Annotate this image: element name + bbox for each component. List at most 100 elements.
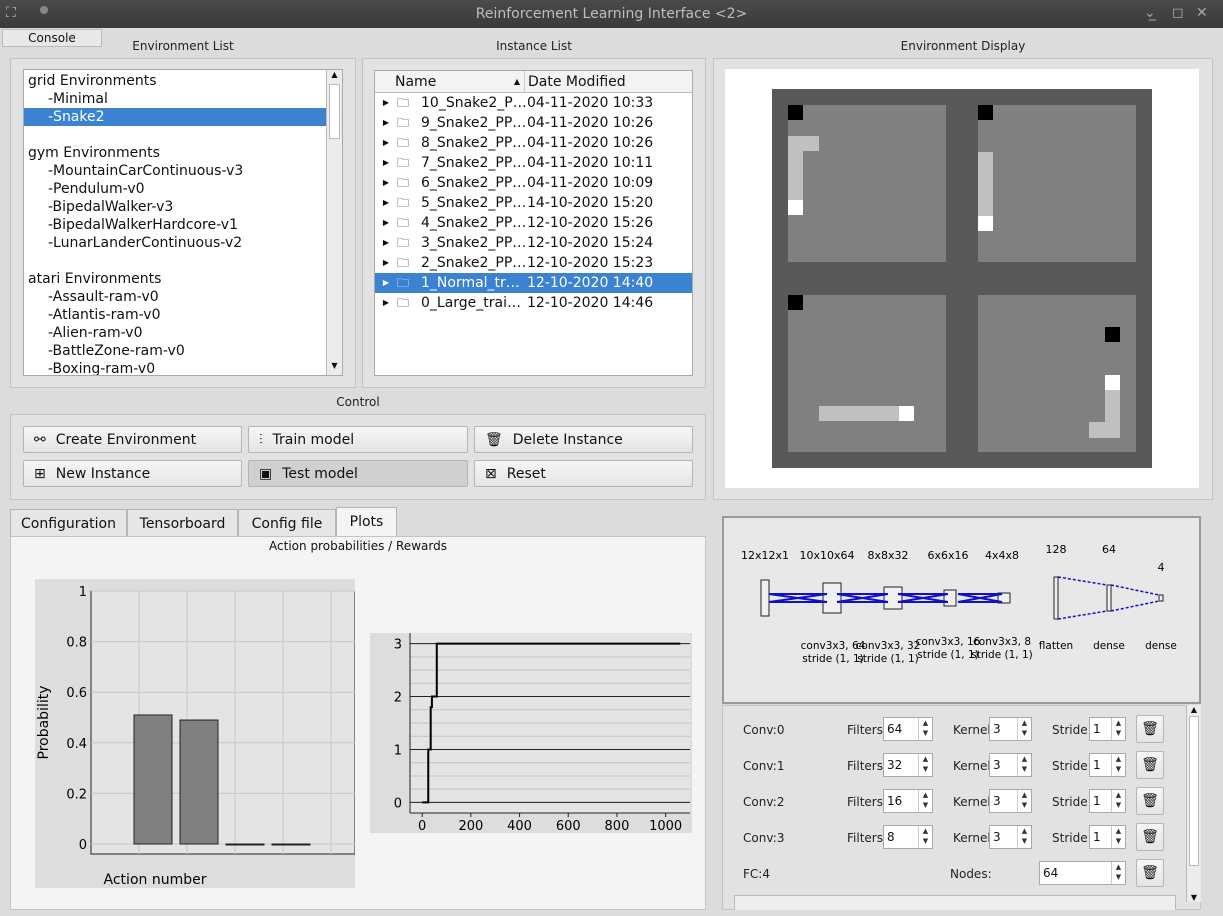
env-list-item[interactable] <box>24 126 328 144</box>
scroll-up-icon[interactable]: ▲ <box>1187 705 1201 714</box>
expand-arrow-icon[interactable]: ▶ <box>375 253 397 273</box>
spin-arrows-icon[interactable]: ▲ ▼ <box>1111 718 1125 740</box>
instance-row[interactable]: ▶ 🗀 4_Snake2_PP… 12-10-2020 15:26 <box>375 213 692 233</box>
scroll-down-icon[interactable]: ▼ <box>1187 893 1201 902</box>
spin-arrows-icon[interactable]: ▲ ▼ <box>1017 826 1031 848</box>
stride-spinbox[interactable]: 1 ▲ ▼ <box>1089 717 1126 741</box>
env-list-item[interactable]: -Pendulum-v0 <box>24 180 328 198</box>
expand-arrow-icon[interactable]: ▶ <box>375 93 397 113</box>
env-list-item[interactable]: gym Environments <box>24 144 328 162</box>
new-instance-button[interactable]: ⊞ New Instance <box>23 460 242 487</box>
instance-row[interactable]: ▶ 🗀 8_Snake2_PP… 04-11-2020 10:26 <box>375 133 692 153</box>
spin-arrows-icon[interactable]: ▲ ▼ <box>1111 826 1125 848</box>
close-button[interactable]: ✕ <box>1196 5 1208 21</box>
instance-row[interactable]: ▶ 🗀 2_Snake2_PP… 12-10-2020 15:23 <box>375 253 692 273</box>
minimize-button[interactable]: _ <box>1149 5 1156 21</box>
env-list-item[interactable]: atari Environments <box>24 270 328 288</box>
instance-row[interactable]: ▶ 🗀 10_Snake2_P… 04-11-2020 10:33 <box>375 93 692 113</box>
kernel-spinbox[interactable]: 3 ▲ ▼ <box>989 717 1032 741</box>
instance-row[interactable]: ▶ 🗀 3_Snake2_PP… 12-10-2020 15:24 <box>375 233 692 253</box>
env-list-item[interactable]: -Boxing-ram-v0 <box>24 360 328 375</box>
instance-row[interactable]: ▶ 🗀 6_Snake2_PP… 04-11-2020 10:09 <box>375 173 692 193</box>
x-tick-label: 1000 <box>649 819 682 833</box>
title-bar: ⛶ Reinforcement Learning Interface <2> ⌄… <box>0 0 1223 28</box>
spin-arrows-icon[interactable]: ▲ ▼ <box>918 718 932 740</box>
spin-arrows-icon[interactable]: ▲ ▼ <box>918 826 932 848</box>
create-environment-button[interactable]: ⚯ Create Environment <box>23 426 242 453</box>
tab-configuration[interactable]: Configuration <box>10 509 127 537</box>
stride-spinbox[interactable]: 1 ▲ ▼ <box>1089 753 1126 777</box>
delete-layer-button[interactable]: 🗑 <box>1136 715 1164 743</box>
layer-config-scrollbar[interactable]: ▲ ▼ <box>1186 705 1201 902</box>
name-column-header[interactable]: Name ▲ <box>375 71 525 92</box>
filters-spinbox[interactable]: 8 ▲ ▼ <box>883 825 933 849</box>
tab-tensorboard[interactable]: Tensorboard <box>127 509 238 537</box>
spin-arrows-icon[interactable]: ▲ ▼ <box>1017 718 1031 740</box>
env-list-item[interactable]: -Minimal <box>24 90 328 108</box>
expand-arrow-icon[interactable]: ▶ <box>375 173 397 193</box>
filters-spinbox[interactable]: 64 ▲ ▼ <box>883 717 933 741</box>
env-list-item[interactable]: -Alien-ram-v0 <box>24 324 328 342</box>
expand-arrow-icon[interactable]: ▶ <box>375 213 397 233</box>
kernel-spinbox[interactable]: 3 ▲ ▼ <box>989 753 1032 777</box>
delete-layer-button[interactable]: 🗑 <box>1136 859 1164 887</box>
stride-spinbox[interactable]: 1 ▲ ▼ <box>1089 825 1126 849</box>
train-model-button[interactable]: ⫶ Train model <box>248 426 468 453</box>
add-layer-button[interactable] <box>734 895 1176 910</box>
instance-row[interactable]: ▶ 🗀 0_Large_trai… 12-10-2020 14:46 <box>375 293 692 313</box>
env-list-scrollbar[interactable]: ▲ ▼ <box>326 70 342 375</box>
scroll-thumb[interactable] <box>1189 716 1199 866</box>
reset-button[interactable]: ⊠ Reset <box>474 460 693 487</box>
env-list-item[interactable]: -Assault-ram-v0 <box>24 288 328 306</box>
test-model-button[interactable]: ▣ Test model <box>248 460 468 487</box>
env-list-item[interactable]: -Snake2 <box>24 108 328 126</box>
instance-row[interactable]: ▶ 🗀 5_Snake2_PP… 14-10-2020 15:20 <box>375 193 692 213</box>
filters-spinbox[interactable]: 16 ▲ ▼ <box>883 789 933 813</box>
spin-arrows-icon[interactable]: ▲ ▼ <box>918 790 932 812</box>
env-list-item[interactable]: -BipedalWalkerHardcore-v1 <box>24 216 328 234</box>
spin-arrows-icon[interactable]: ▲ ▼ <box>918 754 932 776</box>
spin-arrows-icon[interactable]: ▲ ▼ <box>1111 862 1125 884</box>
instance-row[interactable]: ▶ 🗀 1_Normal_tr… 12-10-2020 14:40 <box>375 273 692 293</box>
stride-spinbox[interactable]: 1 ▲ ▼ <box>1089 789 1126 813</box>
expand-arrow-icon[interactable]: ▶ <box>375 273 397 293</box>
env-list-item[interactable] <box>24 252 328 270</box>
instance-list[interactable]: Name ▲ Date Modified ▶ 🗀 10_Snake2_P… 04-11-… <box>374 70 693 376</box>
expand-arrow-icon[interactable]: ▶ <box>375 233 397 253</box>
spin-arrows-icon[interactable]: ▲ ▼ <box>1017 790 1031 812</box>
expand-arrow-icon[interactable]: ▶ <box>375 293 397 313</box>
expand-arrow-icon[interactable]: ▶ <box>375 153 397 173</box>
env-list-item[interactable]: -Atlantis-ram-v0 <box>24 306 328 324</box>
delete-layer-button[interactable]: 🗑 <box>1136 787 1164 815</box>
instance-row[interactable]: ▶ 🗀 7_Snake2_PP… 04-11-2020 10:11 <box>375 153 692 173</box>
env-list[interactable]: grid Environments -Minimal -Snake2 gym Envi… <box>23 69 343 376</box>
date-column-header[interactable]: Date Modified <box>525 71 626 92</box>
env-list-item[interactable]: -BipedalWalker-v3 <box>24 198 328 216</box>
maximize-button[interactable]: ◻ <box>1172 5 1184 21</box>
pin-icon[interactable] <box>40 6 48 14</box>
spin-arrows-icon[interactable]: ▲ ▼ <box>1111 790 1125 812</box>
nodes-spinbox[interactable]: 64 ▲ ▼ <box>1039 861 1126 885</box>
scroll-thumb[interactable] <box>329 84 340 139</box>
scroll-down-icon[interactable]: ▼ <box>327 361 342 375</box>
spin-arrows-icon[interactable]: ▲ ▼ <box>1111 754 1125 776</box>
delete-layer-button[interactable]: 🗑 <box>1136 823 1164 851</box>
kernel-spinbox[interactable]: 3 ▲ ▼ <box>989 825 1032 849</box>
env-list-item[interactable]: -BattleZone-ram-v0 <box>24 342 328 360</box>
env-list-item[interactable]: -MountainCarContinuous-v3 <box>24 162 328 180</box>
env-list-item[interactable]: grid Environments <box>24 72 328 90</box>
expand-arrow-icon[interactable]: ▶ <box>375 113 397 133</box>
delete-layer-button[interactable]: 🗑 <box>1136 751 1164 779</box>
filters-spinbox[interactable]: 32 ▲ ▼ <box>883 753 933 777</box>
instance-row[interactable]: ▶ 🗀 9_Snake2_PP… 04-11-2020 10:26 <box>375 113 692 133</box>
kernel-spinbox[interactable]: 3 ▲ ▼ <box>989 789 1032 813</box>
expand-arrow-icon[interactable]: ▶ <box>375 133 397 153</box>
y-tick-label: 0.8 <box>66 636 87 651</box>
expand-arrow-icon[interactable]: ▶ <box>375 193 397 213</box>
tab-plots[interactable]: Plots <box>336 507 397 537</box>
scroll-up-icon[interactable]: ▲ <box>327 70 342 84</box>
spin-arrows-icon[interactable]: ▲ ▼ <box>1017 754 1031 776</box>
env-list-item[interactable]: -LunarLanderContinuous-v2 <box>24 234 328 252</box>
delete-instance-button[interactable]: 🗑 Delete Instance <box>474 426 693 453</box>
tab-config-file[interactable]: Config file <box>238 509 336 537</box>
